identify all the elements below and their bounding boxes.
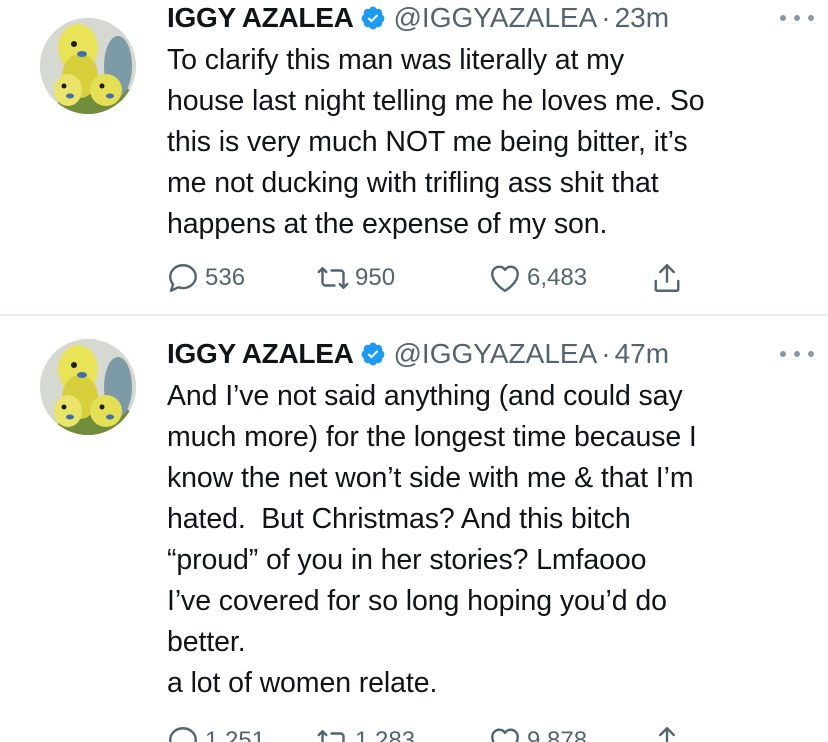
timestamp[interactable]: 23m [615, 2, 669, 34]
reply-icon [169, 727, 197, 742]
share-icon [659, 727, 675, 742]
author-name[interactable]: IGGY AZALEA [167, 338, 354, 370]
tweet[interactable]: IGGY AZALEA @IGGYAZALEA · 23m To clarify… [0, 0, 828, 314]
tweet-text: To clarify this man was literally at my … [167, 44, 705, 240]
reply-button[interactable]: 1,251 [165, 721, 265, 742]
like-button[interactable]: 9,878 [487, 721, 587, 742]
like-count: 9,878 [527, 727, 588, 742]
author-handle[interactable]: @IGGYAZALEA [394, 2, 598, 34]
retweet-icon [317, 267, 349, 289]
budgie-avatar-image [40, 18, 136, 114]
heart-icon [491, 728, 519, 742]
more-icon[interactable] [780, 4, 814, 32]
separator-dot: · [601, 2, 611, 33]
heart-icon [491, 265, 519, 292]
tweet-actions: 536 950 6,483 [165, 258, 725, 298]
retweet-button[interactable]: 1,283 [315, 721, 415, 742]
share-icon [654, 264, 680, 292]
retweet-button[interactable]: 950 [315, 258, 395, 298]
author-name[interactable]: IGGY AZALEA [167, 2, 354, 34]
reply-icon [169, 264, 197, 292]
reply-button[interactable]: 536 [165, 258, 245, 298]
tweet-text: And I’ve not said anything (and could sa… [167, 380, 697, 699]
separator-dot: · [601, 338, 611, 369]
tweet-header: IGGY AZALEA @IGGYAZALEA · 23m [167, 0, 808, 36]
timestamp[interactable]: 47m [615, 338, 669, 370]
share-button[interactable] [649, 721, 689, 742]
avatar[interactable] [40, 18, 136, 114]
like-count: 6,483 [527, 264, 588, 291]
avatar[interactable] [40, 339, 136, 435]
tweet-actions: 1,251 1,283 9,878 [165, 721, 725, 742]
verified-badge-icon [361, 6, 384, 30]
author-handle[interactable]: @IGGYAZALEA [394, 338, 598, 370]
budgie-avatar-image [40, 339, 136, 435]
tweet-header: IGGY AZALEA @IGGYAZALEA · 47m [167, 336, 808, 372]
retweet-count: 1,283 [355, 727, 416, 742]
share-button[interactable] [649, 258, 689, 298]
reply-count: 1,251 [205, 727, 266, 742]
tweet[interactable]: IGGY AZALEA @IGGYAZALEA · 47m And I’ve n… [0, 316, 828, 742]
more-icon[interactable] [780, 340, 814, 368]
retweet-icon [317, 730, 345, 742]
reply-count: 536 [205, 264, 246, 291]
retweet-count: 950 [355, 264, 396, 291]
like-button[interactable]: 6,483 [487, 258, 587, 298]
verified-badge-icon [361, 342, 384, 366]
